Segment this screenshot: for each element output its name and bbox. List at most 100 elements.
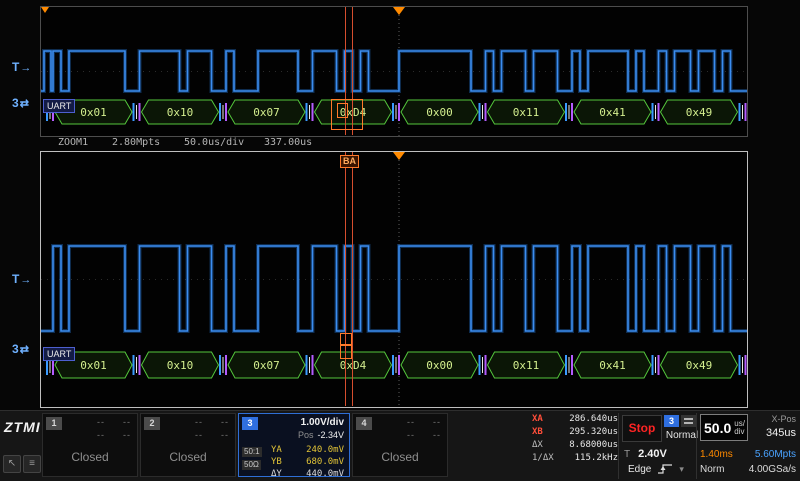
channel1-badge: 1 xyxy=(46,417,62,430)
decode-byte-value: 0x07 xyxy=(253,359,280,372)
ya-label: YA xyxy=(271,445,282,455)
divider xyxy=(696,413,697,479)
main-trigger-level-marker[interactable]: T→ xyxy=(12,272,32,286)
inv-dx-value: 115.2kHz xyxy=(574,453,618,463)
cursor-dy-row: ΔY 440.0mV xyxy=(271,469,344,479)
channel2-badge: 2 xyxy=(144,417,160,430)
main-window[interactable]: 0x01 0x10 0x07 0xD4 0x00 0x11 0x41 0x49 xyxy=(40,151,748,408)
main-trigger-position-icon[interactable] xyxy=(393,152,405,160)
cursor-a-line-main[interactable] xyxy=(352,152,353,406)
dash: -- xyxy=(433,417,441,427)
cursor-marker-box-1 xyxy=(340,333,352,345)
trigger-level-value: 2.40V xyxy=(638,448,667,460)
rising-edge-icon xyxy=(658,464,673,474)
xa-label: XA xyxy=(532,414,543,424)
ya-value: 240.0mV xyxy=(306,445,344,455)
channel4-values-row2: -- -- xyxy=(389,430,441,440)
channel-number: 3 xyxy=(12,342,20,356)
uart-bus-label-zoom[interactable]: UART xyxy=(43,99,76,113)
zoom-trigger-position-icon[interactable] xyxy=(393,7,405,15)
dash: -- xyxy=(407,417,415,427)
dy-label: ΔY xyxy=(271,469,282,479)
impedance-chip: 50Ω xyxy=(242,460,261,470)
timebase-unit: us/ div xyxy=(734,419,745,436)
uart-bus-label-main[interactable]: UART xyxy=(43,347,76,361)
coupling-icon xyxy=(681,415,696,427)
memory-points: 5.60Mpts xyxy=(754,449,796,460)
dash: -- xyxy=(97,417,105,427)
channel2-box[interactable]: 2 -- -- -- -- Closed xyxy=(140,413,236,477)
channel4-box[interactable]: 4 -- -- -- -- Closed xyxy=(352,413,448,477)
zoom-offset: 337.00us xyxy=(264,137,313,148)
unit-line2: div xyxy=(734,426,745,436)
decode-byte-value: 0x10 xyxy=(167,359,194,372)
zoom-name: ZOOM1 xyxy=(58,137,89,148)
channel1-values-row1: -- -- xyxy=(79,417,131,427)
cursor-pair-label[interactable]: BA xyxy=(340,155,359,168)
horizontal-position-block[interactable]: X-Pos 345us xyxy=(752,414,796,439)
xb-value: 295.320us xyxy=(569,427,618,437)
channel1-box[interactable]: 1 -- -- -- -- Closed xyxy=(42,413,138,477)
trigger-type-block[interactable]: Edge ▾ xyxy=(628,463,684,475)
channel4-values-row1: -- -- xyxy=(389,417,441,427)
dash: -- xyxy=(221,430,229,440)
channel3-badge: 3 xyxy=(242,417,258,430)
decode-byte-value: 0x00 xyxy=(426,106,453,119)
zoom-left-marker-icon[interactable] xyxy=(41,7,49,13)
decode-byte-value: 0x11 xyxy=(513,106,540,119)
divider xyxy=(618,413,619,479)
dash: -- xyxy=(221,417,229,427)
probe-ratio-chip: 50:1 xyxy=(242,447,262,457)
cursor-x-readout-panel: XA 286.640us XB 295.320us ΔX 8.68000us 1/ΔX… xyxy=(532,414,618,466)
pointer-icon: ↖ xyxy=(7,458,17,469)
channel4-badge: 4 xyxy=(356,417,372,430)
decode-byte-value: 0x01 xyxy=(80,106,107,119)
xa-row: XA 286.640us xyxy=(532,414,618,427)
cursor-marker-box-2 xyxy=(340,345,352,359)
zoom-waveform: 0x01 0x10 0x07 0xD4 0x00 0x11 0x41 0x49 xyxy=(41,7,747,136)
capture-window: 1.40ms xyxy=(700,449,733,460)
channel3-position: Pos -2.34V xyxy=(298,430,344,440)
channel1-values-row2: -- -- xyxy=(79,430,131,440)
inv-dx-label: 1/ΔX xyxy=(532,453,554,463)
xb-label: XB xyxy=(532,427,543,437)
decode-byte-value: 0x07 xyxy=(253,106,280,119)
trigger-level-readout[interactable]: T 2.40V xyxy=(624,448,667,460)
channel3-scale: 1.00V/div xyxy=(300,417,344,428)
xb-row: XB 295.320us xyxy=(532,427,618,440)
zoom-trigger-level-marker[interactable]: T→ xyxy=(12,60,32,74)
channel2-values-row1: -- -- xyxy=(177,417,229,427)
trigger-source-block[interactable]: 3 Normal xyxy=(664,415,700,441)
main-channel3-marker[interactable]: 3⇄ xyxy=(12,342,30,356)
menu-button[interactable]: ≡ xyxy=(23,455,41,473)
acq-status-text: Stop xyxy=(628,421,656,435)
zoom-status-line: ZOOM1 2.80Mpts 50.0us/div 337.00us xyxy=(0,137,800,150)
zoom-points: 2.80Mpts xyxy=(112,137,161,148)
dash: -- xyxy=(407,430,415,440)
pointer-mode-button[interactable]: ↖ xyxy=(3,455,21,473)
pos-value: -2.34V xyxy=(317,430,344,440)
zoom-channel3-marker[interactable]: 3⇄ xyxy=(12,96,30,110)
channel-offset-icon: ⇄ xyxy=(19,344,30,356)
cursor-highlight-inner xyxy=(337,103,348,118)
dash: -- xyxy=(195,417,203,427)
arrow-right-icon: → xyxy=(20,62,33,74)
dash: -- xyxy=(195,430,203,440)
sample-rate: 4.00GSa/s xyxy=(748,464,796,475)
decode-byte-value: 0x01 xyxy=(80,359,107,372)
xpos-label: X-Pos xyxy=(771,414,796,424)
sample-rate-row: Norm 4.00GSa/s xyxy=(700,464,796,475)
dx-value: 8.68000us xyxy=(569,440,618,450)
trigger-mode: Normal xyxy=(665,430,699,441)
dash: -- xyxy=(123,430,131,440)
decode-byte-value: 0x49 xyxy=(686,106,713,119)
cursor-b-line-main[interactable] xyxy=(345,152,346,406)
channel4-state: Closed xyxy=(381,450,419,464)
xa-value: 286.640us xyxy=(569,414,618,424)
acquisition-status-button[interactable]: Stop xyxy=(622,415,662,442)
channel3-box[interactable]: 3 1.00V/div Pos -2.34V 50:1 50Ω YA 240.0mV… xyxy=(238,413,350,479)
timebase-box[interactable]: 50.0 us/ div xyxy=(700,414,748,441)
acquisition-window-row: 1.40ms 5.60Mpts xyxy=(700,449,796,460)
zoom-window[interactable]: 0x01 0x10 0x07 0xD4 0x00 0x11 0x41 0x49 xyxy=(40,6,748,137)
cursor-ya-row: YA 240.0mV xyxy=(271,445,344,455)
